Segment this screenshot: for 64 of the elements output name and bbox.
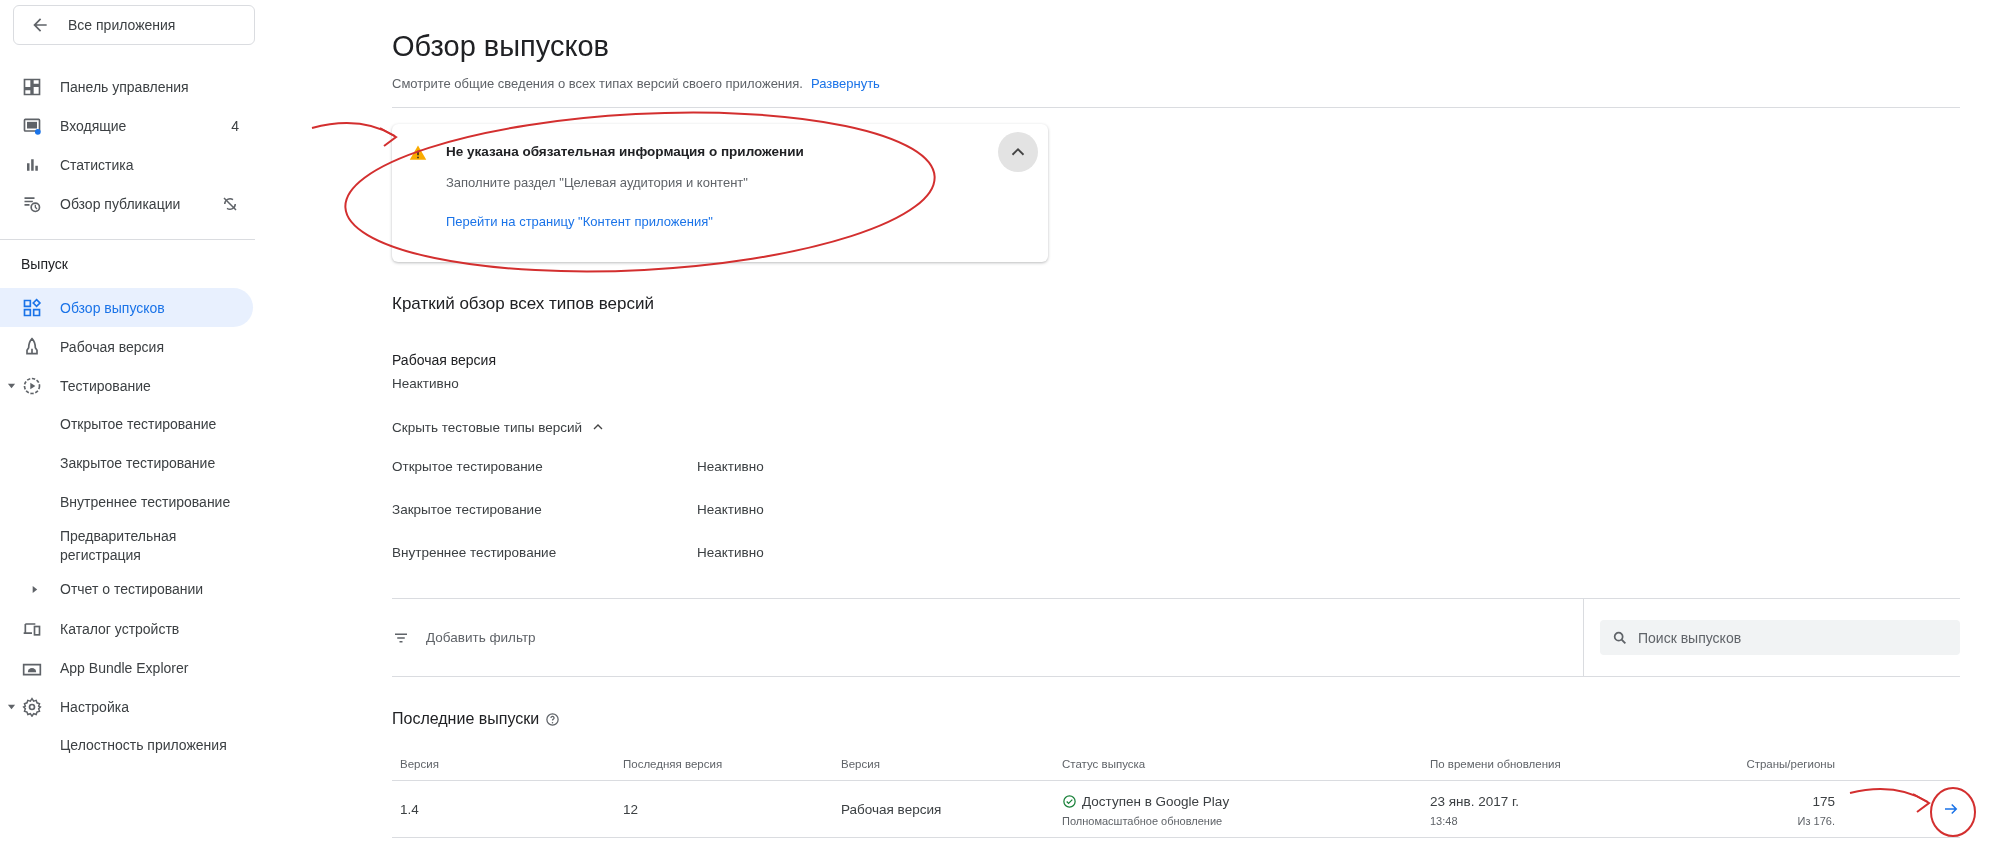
page-subtitle: Смотрите общие сведения о всех типах версий своего приложения. — [392, 76, 803, 91]
column-header: По времени обновления — [1429, 757, 1562, 770]
warning-icon — [408, 144, 428, 162]
grid-shapes-icon — [22, 297, 42, 318]
track-status: Неактивно — [697, 459, 764, 476]
column-header: Страны/регионы — [1745, 757, 1835, 770]
inbox-count: 4 — [231, 117, 239, 134]
play-circle-icon — [22, 375, 42, 396]
nav-item[interactable]: Целостность приложения — [0, 726, 253, 765]
alert-text: Заполните раздел "Целевая аудитория и контент" — [446, 175, 749, 190]
nav-item[interactable]: Предварительная регистрация — [0, 522, 253, 570]
nav-item[interactable]: Внутреннее тестирование — [0, 483, 253, 522]
search-icon — [1612, 630, 1628, 646]
column-header: Версия — [840, 757, 881, 770]
check-circle-icon — [1062, 793, 1077, 809]
track-name: Рабочая версия — [392, 352, 497, 368]
section-title: Выпуск — [20, 256, 69, 272]
help-icon — [545, 711, 561, 727]
dashboard-icon — [22, 76, 42, 97]
table-cell-text: Рабочая версия — [840, 801, 943, 817]
update-date: 23 янв. 2017 г. — [1430, 793, 1520, 809]
sync-off-icon — [221, 194, 239, 213]
section-heading: Последние выпуски — [392, 710, 540, 728]
release-status: Доступен в Google Play — [1082, 793, 1230, 809]
column-header: Статус выпуска — [1061, 757, 1147, 770]
track-status: Неактивно — [697, 502, 764, 519]
track-name: Закрытое тестирование — [392, 502, 543, 519]
nav-item[interactable]: Каталог устройств — [0, 609, 253, 648]
country-total: Из 176. — [1797, 814, 1835, 827]
table-cell-text: 12 — [622, 801, 640, 817]
nav-item[interactable]: Настройка — [0, 687, 253, 726]
column-header: Последняя версия — [622, 757, 724, 770]
search-field[interactable]: Поиск выпусков — [1600, 620, 1960, 655]
nav-item[interactable]: Тестирование — [0, 366, 253, 405]
track-status: Неактивно — [392, 376, 460, 391]
nav-item[interactable]: App Bundle Explorer — [0, 648, 253, 687]
status-note: Полномасштабное обновление — [1062, 814, 1224, 827]
table-cell-text: 1.4 — [399, 801, 420, 817]
hide-test-tracks-toggle[interactable]: Скрыть тестовые типы версий — [392, 419, 607, 435]
add-filter-button[interactable]: Добавить фильтр — [426, 630, 536, 645]
annotation-circle — [1930, 787, 1976, 837]
settings-icon — [22, 696, 42, 717]
nav-item[interactable]: Обзор выпусков — [0, 288, 253, 327]
collapse-button[interactable] — [998, 132, 1038, 172]
page-title: Обзор выпусков — [392, 29, 610, 64]
nav-item[interactable]: Открытое тестирование — [0, 405, 253, 444]
nav-item[interactable]: Панель управления — [0, 67, 253, 106]
nav-item[interactable]: Обзор публикации — [0, 184, 253, 223]
update-time: 13:48 — [1430, 814, 1459, 827]
track-name: Открытое тестирование — [392, 459, 544, 476]
all-apps-button[interactable]: Все приложения — [13, 5, 255, 45]
nav-item[interactable]: Статистика — [0, 145, 253, 184]
track-status: Неактивно — [697, 545, 764, 562]
track-name: Внутреннее тестирование — [392, 545, 558, 562]
country-count: 175 — [1812, 793, 1835, 809]
column-header: Версия — [399, 757, 440, 770]
nav-item[interactable]: Закрытое тестирование — [0, 444, 253, 483]
nav-item[interactable]: Отчет о тестировании — [0, 570, 253, 609]
expand-link[interactable]: Развернуть — [810, 76, 880, 91]
section-heading: Краткий обзор всех типов версий — [392, 294, 655, 314]
alert-title: Не указана обязательная информация о приложении — [446, 144, 805, 159]
nav-item[interactable]: Рабочая версия — [0, 327, 253, 366]
nav-item[interactable]: Входящие 4 — [0, 106, 253, 145]
app-content-link[interactable]: Перейти на страницу "Контент приложения" — [446, 214, 998, 229]
